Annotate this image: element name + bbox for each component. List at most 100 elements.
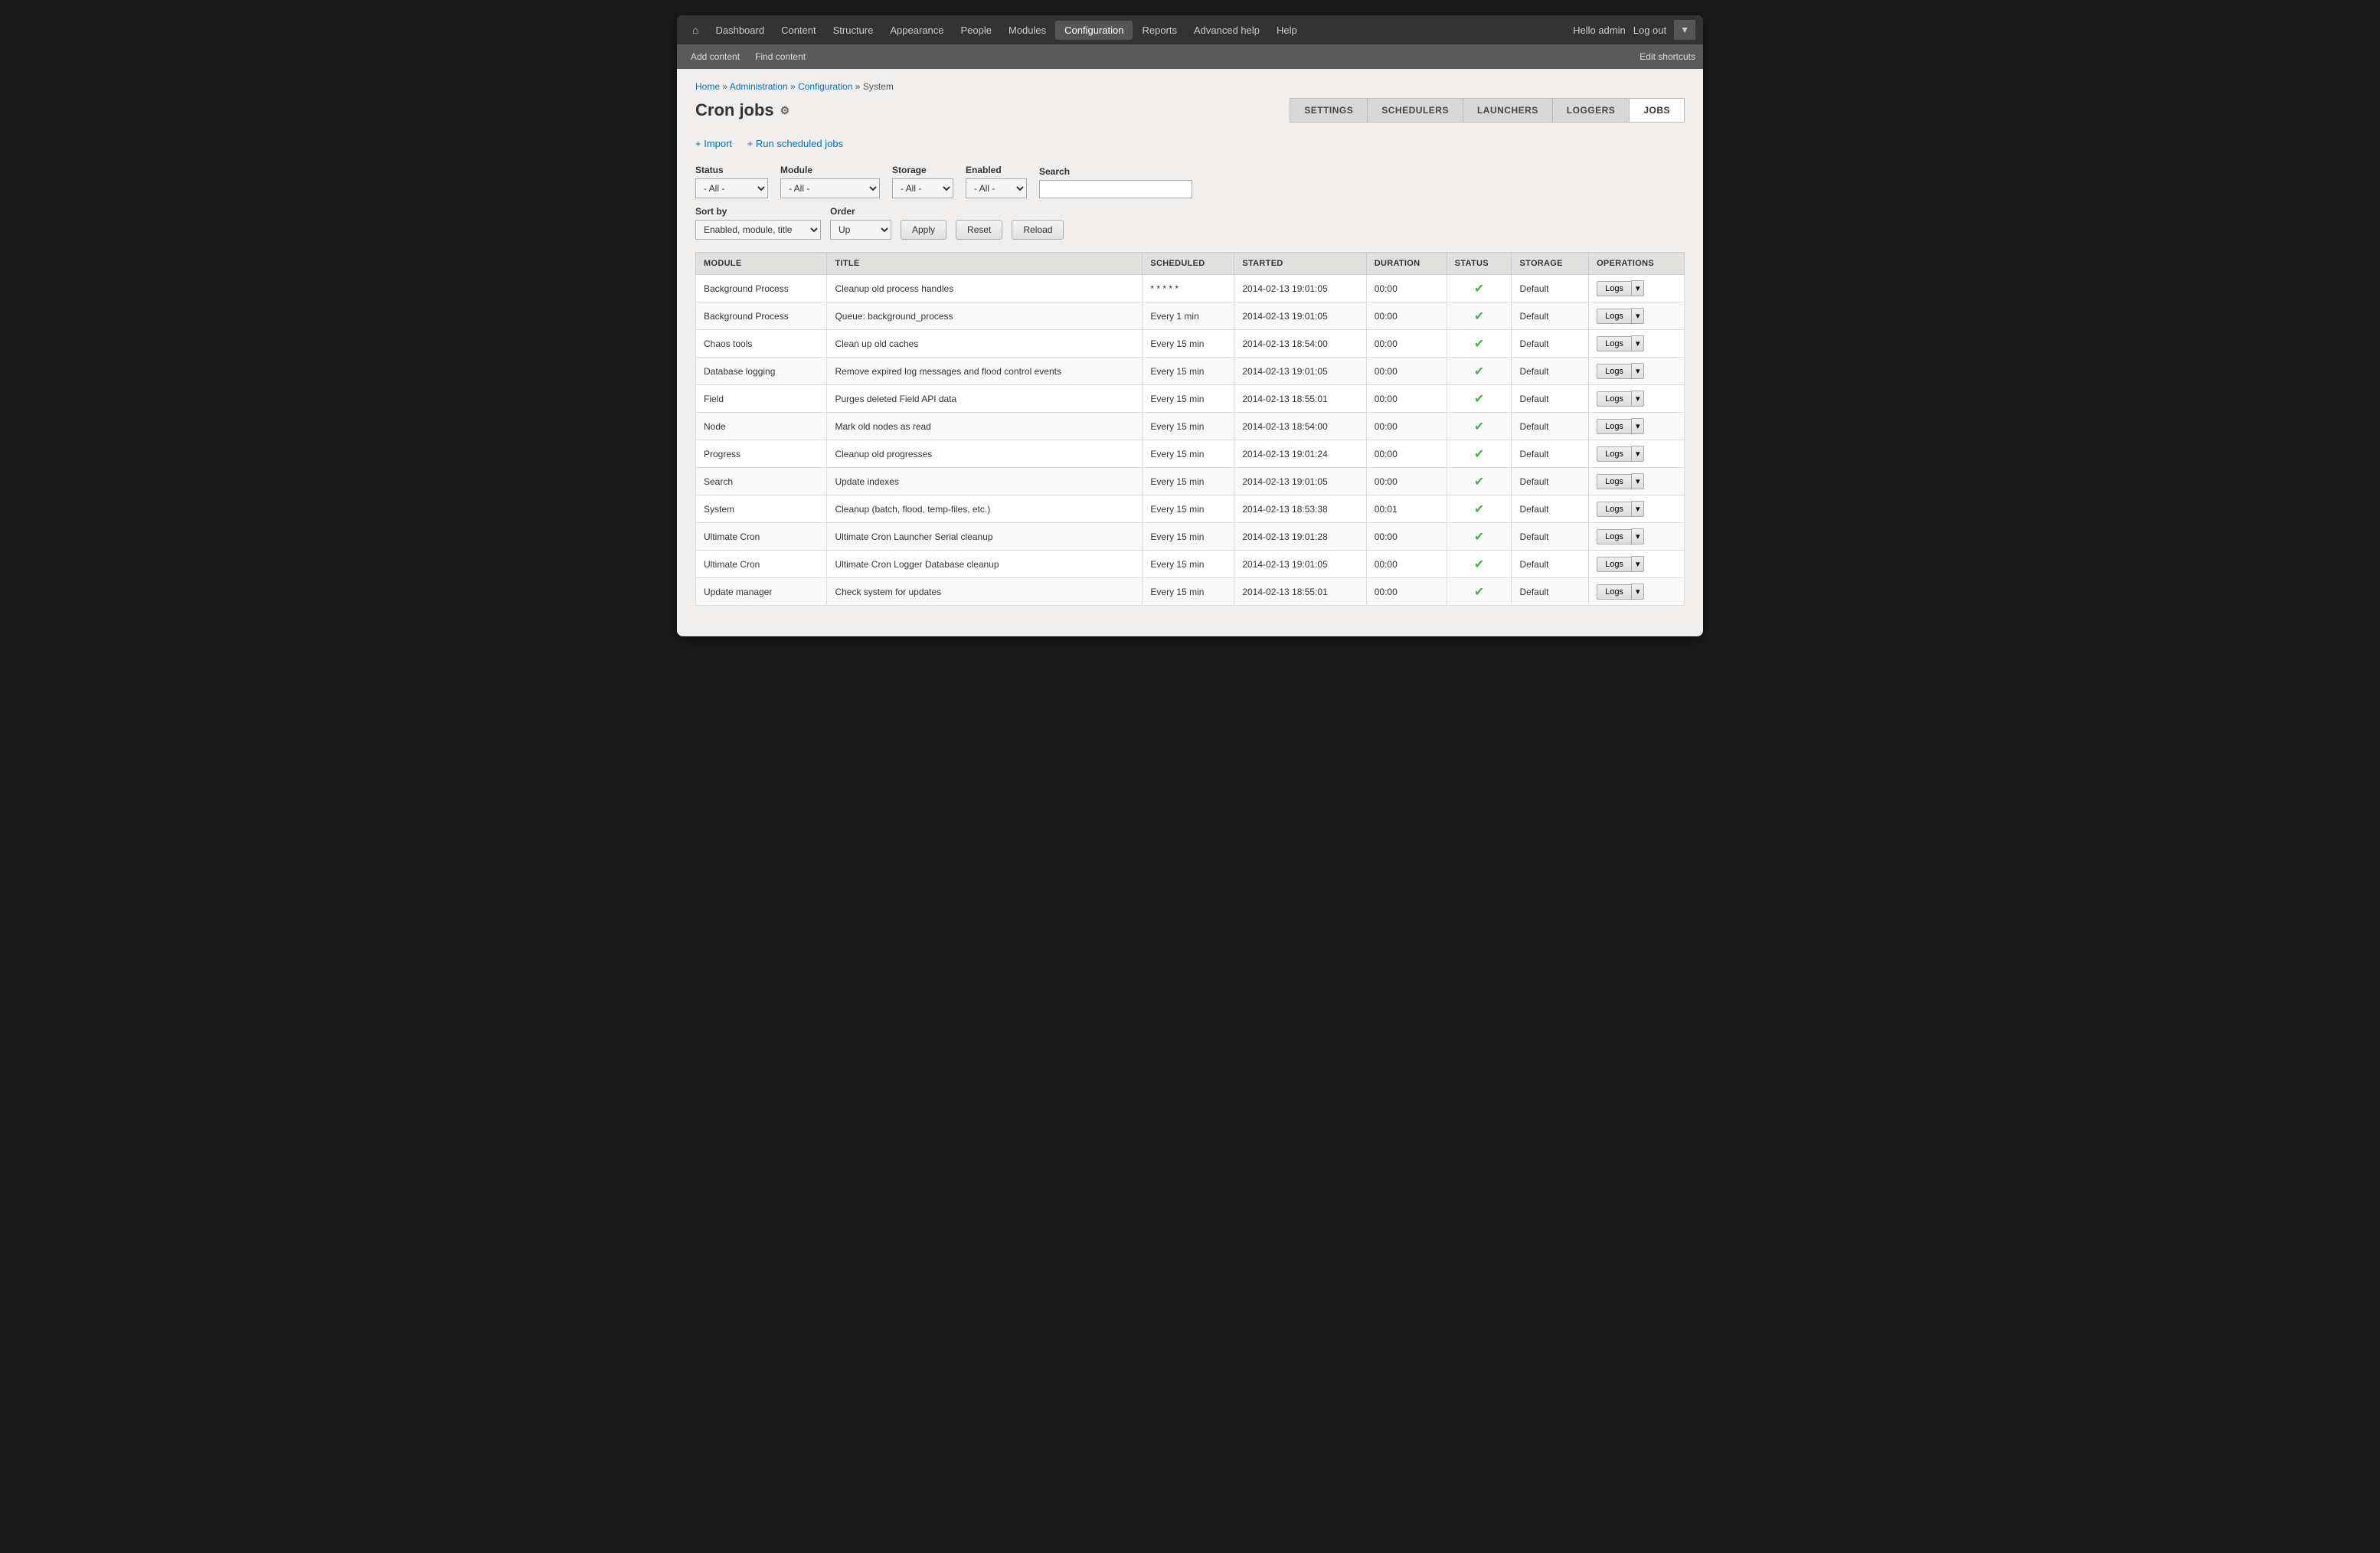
cell-operations[interactable]: Logs ▾ [1589,330,1685,358]
order-label: Order [830,206,891,217]
logs-dropdown-button[interactable]: ▾ [1631,335,1645,351]
cell-scheduled: Every 15 min [1143,413,1234,440]
logs-button[interactable]: Logs [1597,309,1631,324]
logs-button[interactable]: Logs [1597,419,1631,434]
order-select[interactable]: Up Down [830,220,891,240]
cell-status: ✔ [1447,551,1512,578]
cell-title: Clean up old caches [827,330,1143,358]
logs-button[interactable]: Logs [1597,584,1631,600]
find-content-link[interactable]: Find content [749,47,812,67]
logs-button[interactable]: Logs [1597,502,1631,517]
cell-scheduled: Every 15 min [1143,358,1234,385]
sortby-select[interactable]: Enabled, module, title Module Title Sche… [695,220,821,240]
breadcrumb-home[interactable]: Home [695,81,720,92]
cell-operations[interactable]: Logs ▾ [1589,440,1685,468]
cell-operations[interactable]: Logs ▾ [1589,495,1685,523]
enabled-select[interactable]: - All - Yes No [966,178,1027,198]
breadcrumb-administration[interactable]: Administration [730,81,788,92]
nav-item-advanced-help[interactable]: Advanced help [1186,18,1267,42]
table-row: Search Update indexes Every 15 min 2014-… [696,468,1685,495]
status-icon: ✔ [1474,476,1484,489]
cell-duration: 00:00 [1366,440,1447,468]
logs-button[interactable]: Logs [1597,281,1631,296]
logs-button[interactable]: Logs [1597,446,1631,462]
col-title: TITLE [827,253,1143,275]
run-scheduled-jobs-link[interactable]: + Run scheduled jobs [747,138,843,149]
cell-scheduled: Every 15 min [1143,523,1234,551]
gear-icon[interactable]: ⚙ [780,104,790,117]
cell-status: ✔ [1447,495,1512,523]
logs-dropdown-button[interactable]: ▾ [1631,308,1645,324]
reset-button[interactable]: Reset [956,220,1002,240]
tab-schedulers[interactable]: SCHEDULERS [1368,98,1463,123]
cell-started: 2014-02-13 19:01:05 [1234,468,1366,495]
module-select[interactable]: - All - [780,178,880,198]
logs-dropdown-button[interactable]: ▾ [1631,391,1645,407]
add-content-link[interactable]: Add content [685,47,746,67]
nav-item-reports[interactable]: Reports [1134,18,1185,42]
tab-settings[interactable]: SETTINGS [1290,98,1368,123]
cell-started: 2014-02-13 19:01:28 [1234,523,1366,551]
logs-dropdown-button[interactable]: ▾ [1631,280,1645,296]
cell-operations[interactable]: Logs ▾ [1589,523,1685,551]
nav-item-dashboard[interactable]: Dashboard [708,18,772,42]
nav-right: Hello admin Log out ▼ [1573,20,1695,40]
logs-dropdown-button[interactable]: ▾ [1631,584,1645,600]
cell-operations[interactable]: Logs ▾ [1589,275,1685,302]
import-link[interactable]: + Import [695,138,732,149]
edit-shortcuts-link[interactable]: Edit shortcuts [1640,51,1695,62]
nav-item-people[interactable]: People [953,18,999,42]
logs-button[interactable]: Logs [1597,336,1631,351]
logs-dropdown-button[interactable]: ▾ [1631,556,1645,572]
logs-dropdown-button[interactable]: ▾ [1631,473,1645,489]
cell-status: ✔ [1447,468,1512,495]
logs-dropdown-button[interactable]: ▾ [1631,501,1645,517]
cell-operations[interactable]: Logs ▾ [1589,358,1685,385]
home-icon[interactable]: ⌂ [685,18,706,42]
cell-scheduled: Every 15 min [1143,440,1234,468]
cell-module: Database logging [696,358,827,385]
tab-jobs[interactable]: JOBS [1630,98,1685,123]
cell-operations[interactable]: Logs ▾ [1589,551,1685,578]
cell-module: Chaos tools [696,330,827,358]
cell-module: Background Process [696,302,827,330]
nav-dropdown-button[interactable]: ▼ [1674,20,1695,40]
cell-title: Update indexes [827,468,1143,495]
nav-item-content[interactable]: Content [773,18,824,42]
cell-operations[interactable]: Logs ▾ [1589,302,1685,330]
apply-button[interactable]: Apply [901,220,946,240]
logs-button[interactable]: Logs [1597,557,1631,572]
cell-title: Ultimate Cron Logger Database cleanup [827,551,1143,578]
logs-dropdown-button[interactable]: ▾ [1631,446,1645,462]
cell-operations[interactable]: Logs ▾ [1589,468,1685,495]
search-input[interactable] [1039,180,1192,198]
cell-operations[interactable]: Logs ▾ [1589,578,1685,606]
cell-operations[interactable]: Logs ▾ [1589,413,1685,440]
logs-button[interactable]: Logs [1597,529,1631,544]
nav-item-appearance[interactable]: Appearance [882,18,951,42]
logs-dropdown-button[interactable]: ▾ [1631,528,1645,544]
logs-dropdown-button[interactable]: ▾ [1631,418,1645,434]
cell-module: Ultimate Cron [696,551,827,578]
breadcrumb-configuration[interactable]: Configuration [798,81,852,92]
status-select[interactable]: - All - Enabled Disabled [695,178,768,198]
page-header: Cron jobs ⚙ SETTINGS SCHEDULERS LAUNCHER… [695,98,1685,123]
nav-item-help[interactable]: Help [1269,18,1305,42]
storage-select[interactable]: - All - [892,178,953,198]
tab-loggers[interactable]: LOGGERS [1553,98,1630,123]
logs-button[interactable]: Logs [1597,364,1631,379]
nav-item-modules[interactable]: Modules [1001,18,1054,42]
status-icon: ✔ [1474,586,1484,599]
nav-item-structure[interactable]: Structure [825,18,881,42]
filters-section: Status - All - Enabled Disabled Module -… [695,165,1685,240]
logs-button[interactable]: Logs [1597,391,1631,407]
logout-link[interactable]: Log out [1633,25,1666,36]
reload-button[interactable]: Reload [1012,220,1064,240]
logs-dropdown-button[interactable]: ▾ [1631,363,1645,379]
tab-launchers[interactable]: LAUNCHERS [1463,98,1553,123]
cell-storage: Default [1512,275,1589,302]
nav-item-configuration[interactable]: Configuration [1055,21,1133,40]
cell-operations[interactable]: Logs ▾ [1589,385,1685,413]
logs-button[interactable]: Logs [1597,474,1631,489]
cell-started: 2014-02-13 18:53:38 [1234,495,1366,523]
